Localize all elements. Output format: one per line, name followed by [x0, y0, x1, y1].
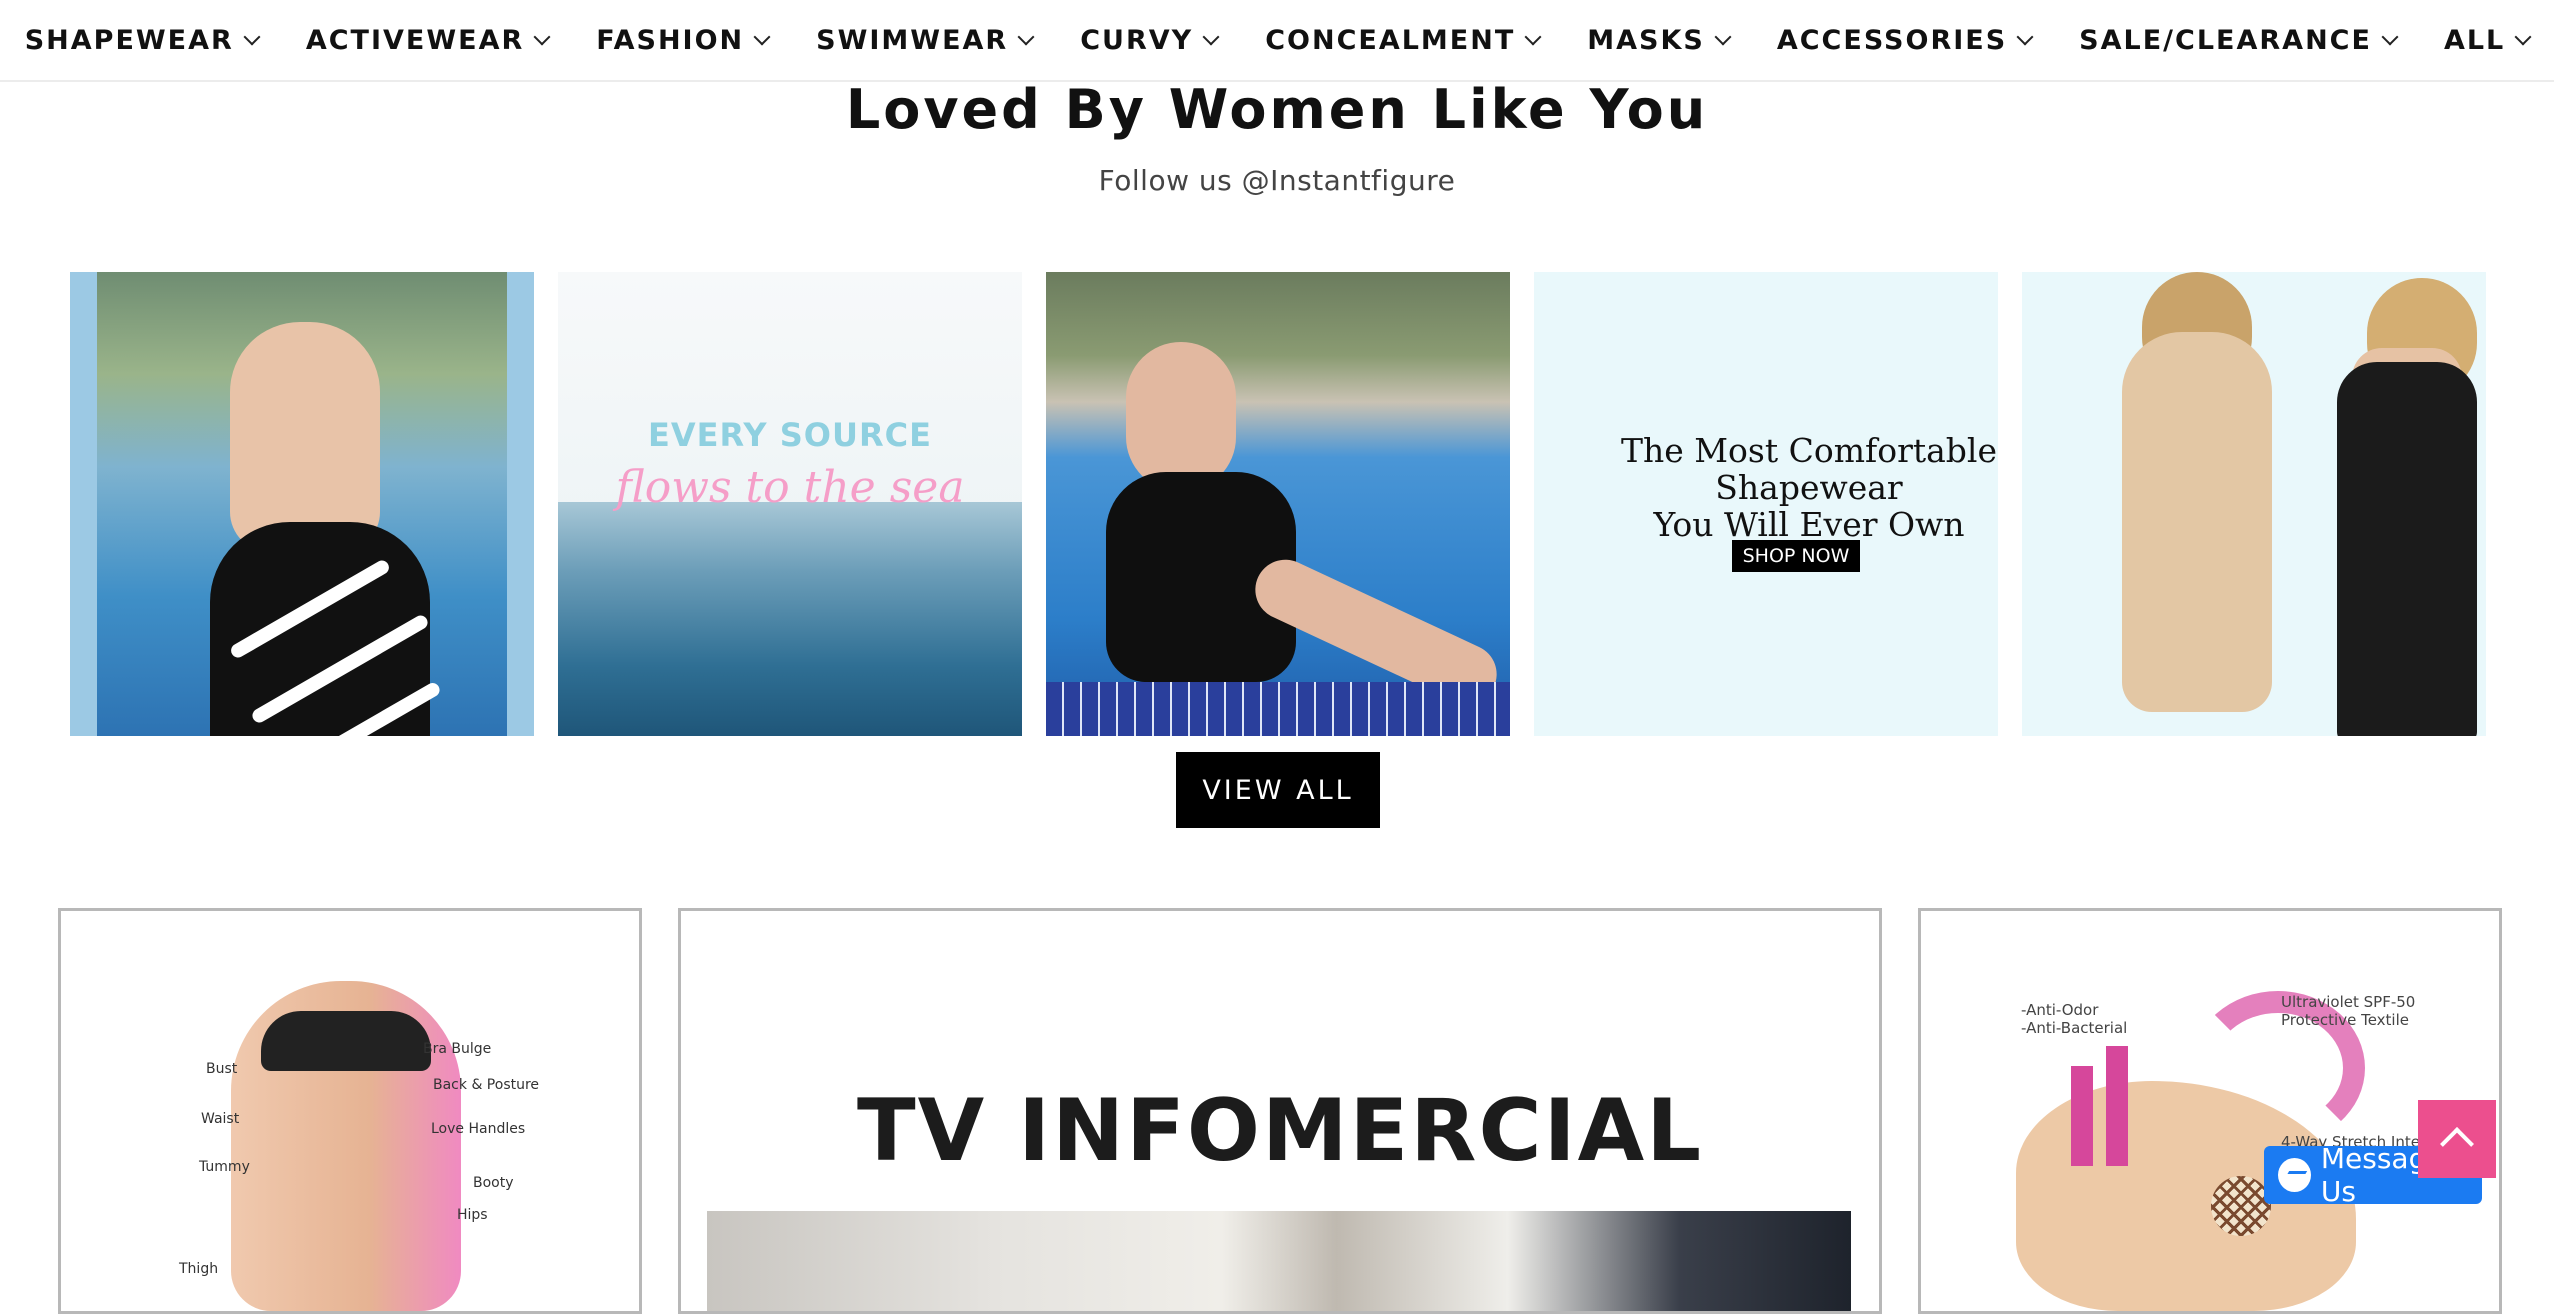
video-thumbnail[interactable] [707, 1211, 1851, 1311]
nav-label: ACTIVEWEAR [305, 24, 525, 56]
chevron-down-icon [243, 28, 261, 46]
chevron-down-icon [1202, 28, 1220, 46]
tv-infomercial-card[interactable]: TV INFOMERCIAL [678, 908, 1882, 1314]
nav-item-all[interactable]: ALL [2420, 0, 2553, 80]
nav-label: ALL [2443, 24, 2506, 56]
section-title: Loved By Women Like You [845, 78, 1709, 141]
nav-item-curvy[interactable]: CURVY [1056, 0, 1241, 80]
messenger-icon [2278, 1158, 2311, 1192]
instagram-tile[interactable] [1046, 272, 1510, 736]
nav-item-accessories[interactable]: ACCESSORIES [1753, 0, 2055, 80]
nav-item-sale-clearance[interactable]: SALE/CLEARANCE [2055, 0, 2420, 80]
model-figure [230, 322, 380, 552]
instagram-tile[interactable]: The Most Comfortable Shapewear You Will … [1534, 272, 1998, 736]
diagram-label: -Anti-Odor -Anti-Bacterial [2021, 1001, 2128, 1037]
chevron-down-icon [1524, 28, 1542, 46]
instagram-tile[interactable] [70, 272, 534, 736]
nav-label: FASHION [596, 24, 745, 56]
chevron-down-icon [2381, 28, 2399, 46]
nav-label: ACCESSORIES [1776, 24, 2008, 56]
model-figure-nude-shapewear [2122, 332, 2272, 712]
nav-item-swimwear[interactable]: SWIMWEAR [792, 0, 1056, 80]
tile-caption-script: flows to the sea [615, 462, 965, 513]
diagram-label: Thigh [179, 1261, 219, 1277]
nav-item-shapewear[interactable]: SHAPEWEAR [1, 0, 282, 80]
tv-infomercial-title: TV INFOMERCIAL [856, 1081, 1703, 1181]
diagram-label: Hips [457, 1207, 488, 1223]
model-figure-black-dress [2337, 362, 2477, 736]
nav-item-masks[interactable]: MASKS [1563, 0, 1753, 80]
arrow-up-icon [2106, 1046, 2128, 1166]
nav-item-concealment[interactable]: CONCEALMENT [1241, 0, 1563, 80]
tile-caption: EVERY SOURCE [648, 416, 932, 454]
diagram-label: Waist [201, 1111, 240, 1127]
model-figure [1126, 342, 1236, 492]
diagram-label: Bust [206, 1061, 238, 1077]
diagram-label: Booty [473, 1175, 514, 1191]
ad-headline: The Most Comfortable Shapewear You Will … [1620, 431, 1998, 544]
shapewear-benefits-card[interactable]: Bust Waist Tummy Thigh Bra Bulge Back & … [58, 908, 642, 1314]
nav-item-activewear[interactable]: ACTIVEWEAR [282, 0, 572, 80]
main-nav: SHAPEWEAR ACTIVEWEAR FASHION SWIMWEAR CU… [0, 0, 2554, 82]
instagram-tile[interactable]: EVERY SOURCE flows to the sea [558, 272, 1022, 736]
back-to-top-button[interactable] [2418, 1100, 2496, 1178]
nav-item-fashion[interactable]: FASHION [572, 0, 792, 80]
chevron-down-icon [2016, 28, 2034, 46]
chevron-down-icon [1017, 28, 1035, 46]
chevron-down-icon [753, 28, 771, 46]
nav-label: SALE/CLEARANCE [2079, 24, 2372, 56]
diagram-label: Love Handles [431, 1121, 526, 1137]
instagram-tile[interactable] [2022, 272, 2486, 736]
view-all-button[interactable]: VIEW ALL [1176, 752, 1380, 828]
nav-label: CURVY [1080, 24, 1194, 56]
fabric-features-card[interactable]: -Anti-Odor -Anti-Bacterial Ultraviolet S… [1918, 908, 2502, 1314]
nav-label: MASKS [1587, 24, 1705, 56]
instagram-handle-link[interactable]: Follow us @Instantfigure [0, 164, 2554, 197]
chevron-down-icon [533, 28, 551, 46]
nav-label: SWIMWEAR [816, 24, 1009, 56]
diagram-label: Back & Posture [433, 1077, 540, 1093]
chevron-down-icon [1714, 28, 1732, 46]
bra-graphic [261, 1011, 431, 1071]
diagram-label: Bra Bulge [423, 1041, 492, 1057]
chevron-down-icon [2514, 28, 2532, 46]
nav-label: CONCEALMENT [1265, 24, 1516, 56]
mesh-icon [2211, 1176, 2271, 1236]
pool-tiles [1046, 682, 1510, 736]
diagram-label: Ultraviolet SPF-50 Protective Textile [2281, 993, 2416, 1029]
arrow-up-icon [2071, 1066, 2093, 1166]
shop-now-badge: SHOP NOW [1732, 540, 1860, 572]
diagram-label: Tummy [199, 1159, 250, 1175]
chevron-up-icon [2440, 1127, 2474, 1161]
nav-label: SHAPEWEAR [24, 24, 234, 56]
sea-graphic [558, 502, 1022, 736]
